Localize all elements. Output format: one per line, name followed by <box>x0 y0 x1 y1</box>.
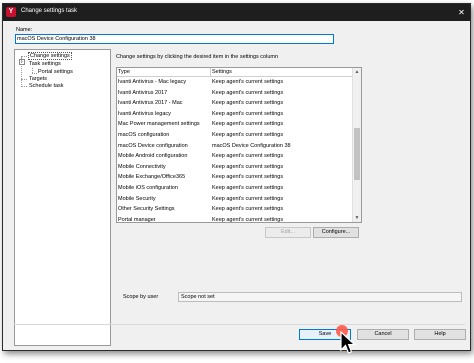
tree-item-task-settings[interactable]: Task settings <box>29 61 61 67</box>
name-label: Name: <box>16 27 33 33</box>
name-input[interactable] <box>15 34 334 44</box>
configure-button[interactable]: Configure... <box>313 227 359 238</box>
type-cell: Ivanti Antivirus legacy <box>118 110 171 117</box>
table-row[interactable]: Other Security Settings Keep agent's curr… <box>117 204 352 215</box>
instructions-text: Change settings by clicking the desired … <box>116 54 279 60</box>
tree-line <box>21 57 22 87</box>
type-cell: macOS Device configuration <box>118 142 188 149</box>
type-cell: Mobile Security <box>118 195 156 202</box>
table-row[interactable]: Mobile Android configuration Keep agent's… <box>117 151 352 162</box>
app-logo-icon: Y <box>6 7 16 17</box>
type-cell: Mac Power management settings <box>118 121 200 128</box>
tree-item-schedule-task[interactable]: Schedule task <box>29 83 64 89</box>
type-cell: Ivanti Antivirus 2017 <box>118 89 168 96</box>
change-settings-dialog: Y Change settings task ✕ Name: − Change … <box>2 3 471 351</box>
type-cell: Ivanti Antivirus 2017 - Mac <box>118 100 183 107</box>
settings-cell[interactable]: Keep agent's current settings <box>212 119 283 130</box>
edit-button[interactable]: Edit... <box>265 227 311 238</box>
type-cell: Other Security Settings <box>118 206 175 213</box>
settings-cell[interactable]: Keep agent's current settings <box>212 77 283 88</box>
table-row[interactable]: Ivanti Antivirus - Mac legacy Keep agent'… <box>117 77 352 88</box>
settings-table: Type Settings Ivanti Antivirus - Mac leg… <box>116 67 362 223</box>
settings-cell[interactable]: Keep agent's current settings <box>212 162 283 173</box>
tree-line <box>32 73 37 74</box>
type-cell: macOS configuration <box>118 132 170 138</box>
vertical-scrollbar[interactable]: ▲ ▼ <box>352 68 361 222</box>
type-cell: Mobile Connectivity <box>118 163 166 170</box>
help-button[interactable]: Help <box>414 329 466 340</box>
settings-cell[interactable]: Keep agent's current settings <box>212 98 283 109</box>
type-cell: Mobile Exchange/Office365 <box>118 174 186 181</box>
table-row[interactable]: Ivanti Antivirus 2017 Keep agent's curren… <box>117 88 352 99</box>
table-row[interactable]: macOS Device configuration macOS Device C… <box>117 141 352 152</box>
table-header: Type Settings <box>117 68 352 77</box>
table-row[interactable]: Ivanti Antivirus 2017 - Mac Keep agent's … <box>117 98 352 109</box>
type-cell: Mobile Android configuration <box>118 153 188 160</box>
mouse-cursor-icon <box>340 331 356 354</box>
tree-line <box>21 86 27 87</box>
type-cell: Portal manager <box>118 216 156 223</box>
table-row[interactable]: macOS configuration Keep agent's current … <box>117 130 352 141</box>
scope-label: Scope by user <box>123 294 159 300</box>
column-header-settings[interactable]: Settings <box>212 69 232 75</box>
table-row[interactable]: Mobile Exchange/Office365 Keep agent's cu… <box>117 172 352 183</box>
close-icon[interactable]: ✕ <box>456 7 467 18</box>
settings-cell[interactable]: Keep agent's current settings <box>212 151 283 162</box>
column-divider[interactable] <box>210 68 211 76</box>
type-cell: Ivanti Antivirus - Mac legacy <box>118 79 187 85</box>
table-row[interactable]: Ivanti Antivirus legacy Keep agent's curr… <box>117 109 352 120</box>
settings-cell[interactable]: Keep agent's current settings <box>212 172 283 183</box>
tree-line <box>21 79 27 80</box>
title-bar: Y Change settings task ✕ <box>3 4 470 21</box>
settings-cell[interactable]: macOS Device Configuration 38 <box>212 141 291 152</box>
settings-cell[interactable]: Keep agent's current settings <box>212 109 283 120</box>
tree-item-change-settings[interactable]: Change settings <box>28 52 72 60</box>
scope-field: Scope not set <box>178 292 462 302</box>
navigation-tree: − Change settings Task settings Portal s… <box>14 49 111 346</box>
tree-line <box>21 56 27 57</box>
table-row[interactable]: Mobile iOS configuration Keep agent's cur… <box>117 183 352 194</box>
tree-item-targets[interactable]: Targets <box>29 76 47 82</box>
scroll-thumb[interactable] <box>354 128 360 180</box>
footer-divider <box>14 324 465 325</box>
settings-cell[interactable]: Keep agent's current settings <box>212 204 283 215</box>
table-row[interactable]: Mobile Connectivity Keep agent's current … <box>117 162 352 173</box>
tree-item-portal-settings[interactable]: Portal settings <box>38 69 73 75</box>
settings-cell[interactable]: Keep agent's current settings <box>212 215 283 222</box>
column-header-type[interactable]: Type <box>118 69 130 75</box>
settings-cell[interactable]: Keep agent's current settings <box>212 183 283 194</box>
table-row[interactable]: Portal manager Keep agent's current setti… <box>117 215 352 223</box>
collapse-icon[interactable]: − <box>19 59 25 65</box>
settings-panel: Change settings by clicking the desired … <box>110 49 465 344</box>
window-title: Change settings task <box>21 8 78 14</box>
scroll-down-icon[interactable]: ▼ <box>353 214 361 222</box>
table-row[interactable]: Mobile Security Keep agent's current sett… <box>117 194 352 205</box>
settings-cell[interactable]: Keep agent's current settings <box>212 130 283 141</box>
scroll-up-icon[interactable]: ▲ <box>353 68 361 76</box>
cancel-button[interactable]: Cancel <box>357 329 409 340</box>
settings-cell[interactable]: Keep agent's current settings <box>212 88 283 99</box>
settings-cell[interactable]: Keep agent's current settings <box>212 194 283 205</box>
table-row[interactable]: Mac Power management settings Keep agent'… <box>117 119 352 130</box>
type-cell: Mobile iOS configuration <box>118 185 178 191</box>
